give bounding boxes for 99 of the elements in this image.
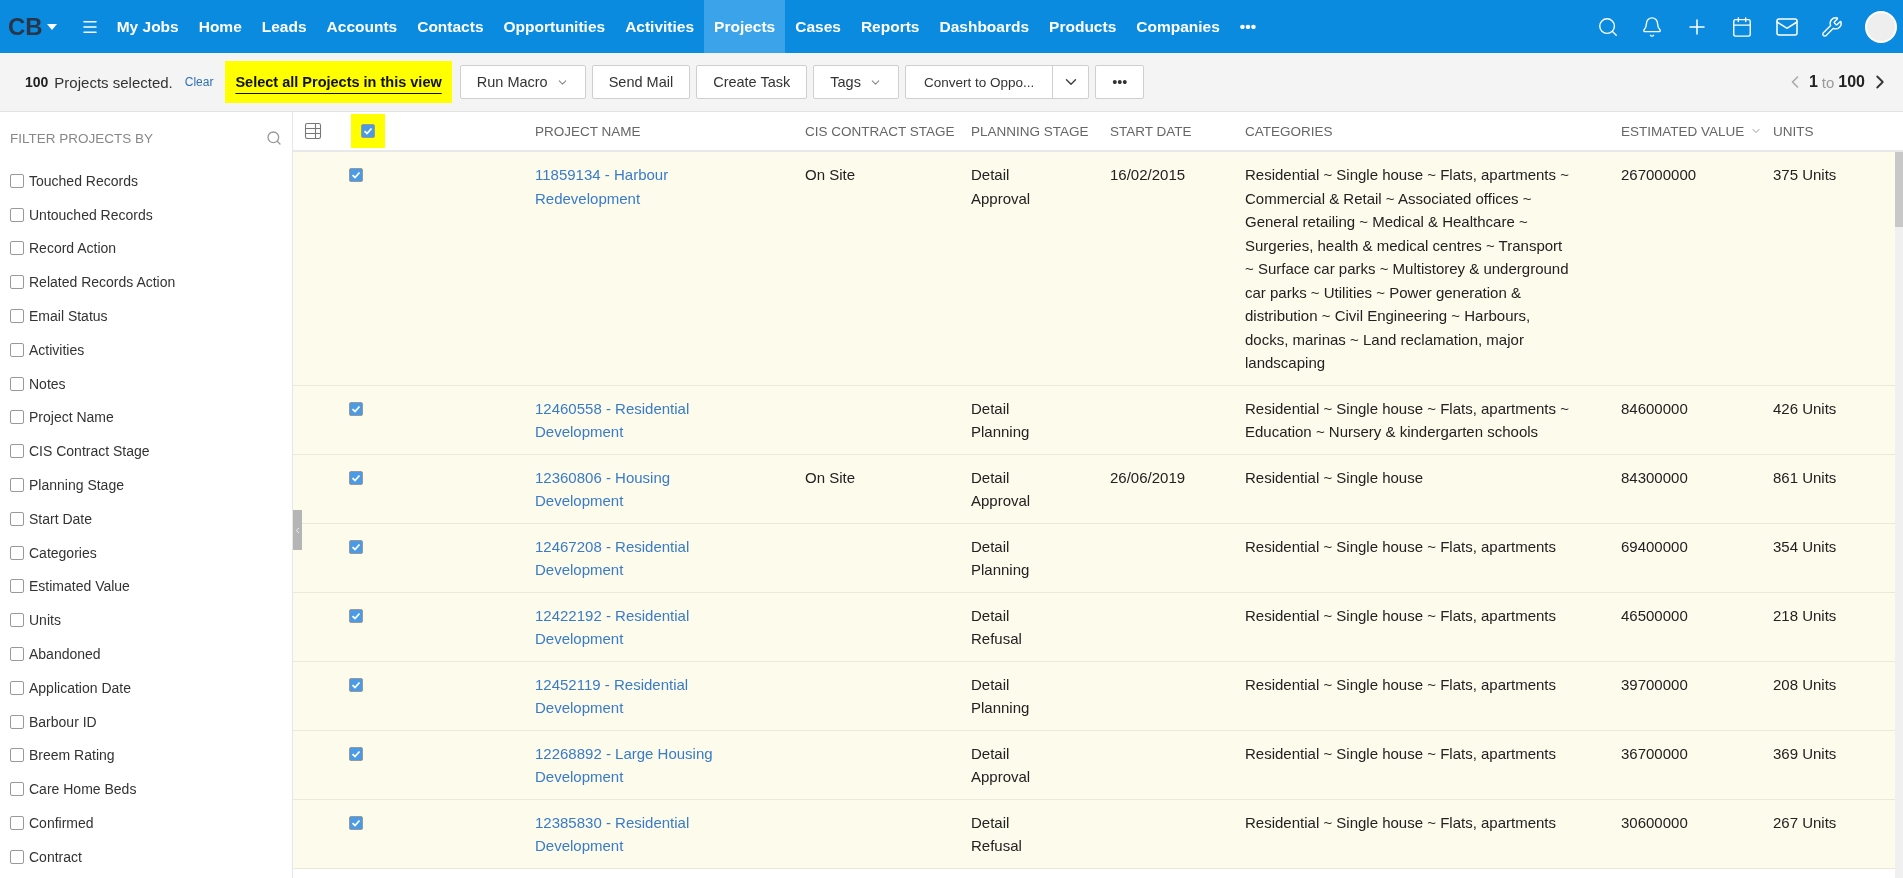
filter-label[interactable]: Care Home Beds <box>29 781 137 798</box>
table-cell-text: Residential ~ Single house ~ Flats, apartments <box>1245 605 1557 626</box>
table-cell-text: 36700000 <box>1621 743 1689 764</box>
table-cell-text: Detail Approval <box>971 165 1032 209</box>
dropdown-button[interactable]: Run Macro <box>459 65 586 99</box>
nav-tab[interactable]: Home <box>188 0 252 53</box>
filter-title: FILTER PROJECTS BY <box>10 130 154 146</box>
table-cell-text: Residential ~ Single house ~ Flats, apartments ~ Education ~ Nursery & kindergarten schools <box>1245 398 1570 442</box>
logo[interactable]: CB <box>8 12 43 41</box>
clear-link[interactable]: Clear <box>184 75 214 89</box>
nav-tab[interactable]: Companies <box>1126 0 1230 53</box>
table-cell-text: 861 Units <box>1773 467 1838 488</box>
toolbar-button[interactable]: ••• <box>1095 65 1145 99</box>
page-start: 1 <box>1808 73 1818 91</box>
filter-label[interactable]: Barbour ID <box>29 713 97 730</box>
nav-tab[interactable]: My Jobs <box>106 0 189 53</box>
project-link[interactable]: 12452119 - Residential Development <box>535 672 730 720</box>
nav-tab[interactable]: Contacts <box>407 0 494 53</box>
table-cell-text: 369 Units <box>1773 743 1838 764</box>
table-cell-text: 84300000 <box>1621 467 1689 488</box>
selected-count: 100 <box>25 74 49 90</box>
table-cell-text: 69400000 <box>1621 536 1689 557</box>
column-header[interactable]: PROJECT NAME <box>535 123 641 139</box>
table-cell-text: 267000000 <box>1621 165 1698 185</box>
nav-tab[interactable]: Opportunities <box>493 0 616 53</box>
table-cell-text: Detail Refusal <box>971 812 1023 856</box>
table-cell-text: On Site <box>805 165 857 185</box>
table-cell-text: Residential ~ Single house ~ Flats, apartments <box>1245 812 1557 833</box>
filter-label[interactable]: Related Records Action <box>29 274 176 291</box>
table-cell-text: 46500000 <box>1621 605 1689 626</box>
column-header[interactable]: PLANNING STAGE <box>971 123 1089 139</box>
filter-label[interactable]: Email Status <box>29 308 108 325</box>
table-cell-text: 426 Units <box>1773 398 1838 419</box>
nav-tab[interactable]: Products <box>1039 0 1127 53</box>
filter-label[interactable]: Untouched Records <box>29 206 153 223</box>
table-cell-text: Residential ~ Single house ~ Flats, apartments <box>1245 536 1557 557</box>
table-cell-text: Residential ~ Single house ~ Flats, apartments <box>1245 743 1557 764</box>
table-cell-text: 354 Units <box>1773 536 1838 557</box>
toolbar-button[interactable]: Send Mail <box>591 65 691 99</box>
column-header[interactable]: START DATE <box>1110 123 1192 139</box>
nav-tab[interactable]: Activities <box>615 0 705 53</box>
table-cell-text: 84600000 <box>1621 398 1689 419</box>
table-cell-text: Residential ~ Single house <box>1245 467 1425 488</box>
table-cell-text: Detail Refusal <box>971 605 1023 649</box>
column-header[interactable]: ESTIMATED VALUE <box>1621 123 1745 139</box>
nav-tab[interactable]: Accounts <box>316 0 408 53</box>
table-cell-text: On Site <box>805 467 857 488</box>
select-all-link[interactable]: Select all Projects in this view <box>225 61 452 103</box>
nav-tab[interactable]: Reports <box>850 0 930 53</box>
filter-label[interactable]: Confirmed <box>29 815 94 832</box>
table-cell-text: 16/02/2015 <box>1110 165 1187 185</box>
page-end: 100 <box>1838 73 1865 91</box>
filter-label[interactable]: Application Date <box>29 679 131 696</box>
more-tabs[interactable]: ••• <box>1229 0 1267 53</box>
filter-label[interactable]: Touched Records <box>29 172 138 189</box>
table-cell-text: Detail Planning <box>971 398 1031 442</box>
table-cell-text: Detail Approval <box>971 743 1032 787</box>
table-cell-text: 218 Units <box>1773 605 1838 626</box>
nav-tab[interactable]: Leads <box>251 0 317 53</box>
table-cell-text: 30600000 <box>1621 812 1689 833</box>
table-cell-text: 208 Units <box>1773 674 1838 695</box>
dropdown-button[interactable]: Tags <box>813 65 899 99</box>
column-header[interactable]: UNITS <box>1773 123 1814 139</box>
project-link[interactable]: 12360806 - Housing Development <box>535 465 730 513</box>
nav-tab[interactable]: Cases <box>785 0 851 53</box>
selected-label: Projects selected. <box>54 73 173 91</box>
table-cell-text: Detail Planning <box>971 536 1031 580</box>
toolbar-button[interactable]: Create Task <box>696 65 808 99</box>
project-link[interactable]: 12268892 - Large Housing Development <box>535 741 730 789</box>
project-link[interactable]: 12422192 - Residential Development <box>535 603 730 651</box>
filter-label[interactable]: Planning Stage <box>29 477 124 494</box>
project-link[interactable]: 12385830 - Residential Development <box>535 810 730 858</box>
filter-label[interactable]: Categories <box>29 544 97 561</box>
table-cell-text: Residential ~ Single house ~ Flats, apartments <box>1245 674 1557 695</box>
filter-label[interactable]: CIS Contract Stage <box>29 443 150 460</box>
filter-label[interactable]: Abandoned <box>29 646 101 663</box>
column-header[interactable]: CIS CONTRACT STAGE <box>805 123 955 139</box>
filter-label[interactable]: Activities <box>29 341 85 358</box>
project-link[interactable]: 12460558 - Residential Development <box>535 396 730 444</box>
filter-label[interactable]: Units <box>29 612 61 629</box>
filter-label[interactable]: Project Name <box>29 409 114 426</box>
nav-tab[interactable]: Dashboards <box>929 0 1040 53</box>
page-to-label: to <box>1821 73 1835 91</box>
table-cell-text: 267 Units <box>1773 812 1838 833</box>
filter-label[interactable]: Record Action <box>29 240 117 257</box>
table-cell-text: Detail Planning <box>971 674 1031 718</box>
column-header[interactable]: CATEGORIES <box>1245 123 1333 139</box>
filter-label[interactable]: Estimated Value <box>29 578 130 595</box>
filter-label[interactable]: Start Date <box>29 510 93 527</box>
filter-label[interactable]: Notes <box>29 375 66 392</box>
table-cell-text: Residential ~ Single house ~ Flats, apartments ~ Commercial & Retail ~ Associated offices ~ General retailing ~ Medical & Healthcare ~ Surgeries, health & medical centres ~ Transport ~ Surface car parks ~ Multistorey & underground car parks ~ Utilities ~ Power generation & distribution ~ Civil Engineering ~ Harbours, docks, marinas ~ Land reclamation, major landscaping <box>1245 165 1570 373</box>
filter-label[interactable]: Breem Rating <box>29 747 115 764</box>
table-cell-text: 39700000 <box>1621 674 1689 695</box>
filter-label[interactable]: Contract <box>29 848 82 865</box>
table-cell-text: 26/06/2019 <box>1110 467 1187 488</box>
table-cell-text: Detail Approval <box>971 467 1032 511</box>
project-link[interactable]: 11859134 - Harbour Redevelopment <box>535 163 730 210</box>
table-cell-text: 375 Units <box>1773 165 1838 185</box>
project-link[interactable]: 12467208 - Residential Development <box>535 534 730 582</box>
